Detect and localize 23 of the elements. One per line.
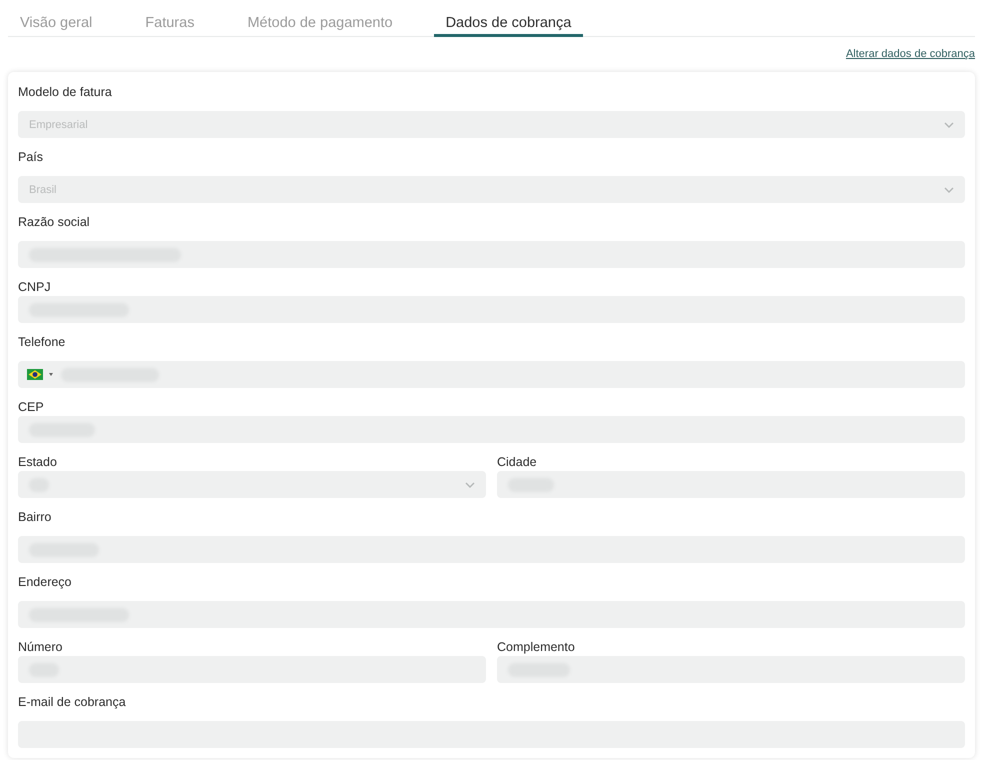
- field-label: País: [18, 150, 44, 164]
- field-label: Estado: [18, 455, 57, 469]
- tab[interactable]: Faturas: [133, 11, 206, 37]
- tab[interactable]: Método de pagamento: [235, 11, 405, 37]
- field-label: E-mail de cobrança: [18, 695, 126, 709]
- tab[interactable]: Dados de cobrança: [434, 11, 584, 37]
- field-label: Bairro: [18, 510, 52, 524]
- field-label: Modelo de fatura: [18, 85, 112, 99]
- field-label: Razão social: [18, 215, 90, 229]
- chevron-icon: [944, 186, 954, 192]
- field-label: Endereço: [18, 575, 72, 589]
- flag-icon: [27, 369, 43, 380]
- field-label: Cidade: [497, 455, 537, 469]
- field-label: Telefone: [18, 335, 66, 349]
- tab[interactable]: Visão geral: [8, 11, 104, 37]
- field-label: CEP: [18, 400, 44, 414]
- change-billing-link[interactable]: Alterar dados de cobrança: [846, 47, 975, 61]
- chevron-icon: [465, 482, 475, 488]
- field-label: Número: [18, 640, 62, 654]
- field-label: Complemento: [497, 640, 575, 654]
- caret-icon: [49, 373, 53, 376]
- chevron-icon: [944, 122, 954, 128]
- field-label: CNPJ: [18, 280, 51, 294]
